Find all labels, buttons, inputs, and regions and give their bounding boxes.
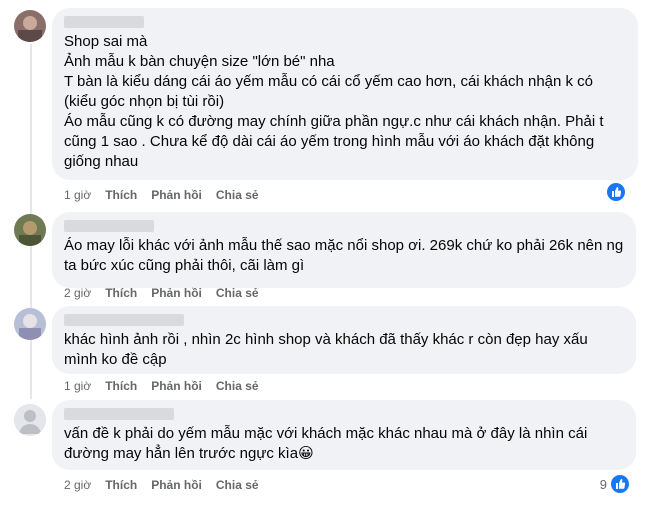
timestamp[interactable]: 2 giờ xyxy=(64,478,91,492)
share-button[interactable]: Chia sẻ xyxy=(216,286,259,300)
like-icon xyxy=(607,183,625,201)
comment-bubble: vấn đề k phải do yếm mẫu mặc với khách m… xyxy=(52,400,636,470)
like-button[interactable]: Thích xyxy=(105,379,137,393)
reply-button[interactable]: Phản hồi xyxy=(151,188,202,202)
share-button[interactable]: Chia sẻ xyxy=(216,188,259,202)
author-name-redacted[interactable] xyxy=(64,220,154,232)
comment-actions: 1 giờ Thích Phản hồi Chia sẻ xyxy=(64,188,259,202)
timestamp[interactable]: 1 giờ xyxy=(64,188,91,202)
comment-bubble: khác hình ảnh rồi , nhìn 2c hình shop và… xyxy=(52,306,636,374)
share-button[interactable]: Chia sẻ xyxy=(216,478,259,492)
timestamp[interactable]: 2 giờ xyxy=(64,286,91,300)
like-button[interactable]: Thích xyxy=(105,286,137,300)
like-button[interactable]: Thích xyxy=(105,478,137,492)
comment-text: khác hình ảnh rồi , nhìn 2c hình shop và… xyxy=(64,331,592,368)
reaction-summary[interactable] xyxy=(607,183,629,201)
comment-actions: 2 giờ Thích Phản hồi Chia sẻ xyxy=(64,478,259,492)
comment-text: Áo may lỗi khác với ảnh mẫu thế sao mặc … xyxy=(64,237,628,274)
reply-button[interactable]: Phản hồi xyxy=(151,286,202,300)
comment-text: Shop sai mà Ảnh mẫu k bàn chuyện size "l… xyxy=(64,33,604,170)
comment-actions: 2 giờ Thích Phản hồi Chia sẻ xyxy=(64,286,259,300)
reaction-summary[interactable]: 9 xyxy=(600,475,629,493)
default-user-avatar[interactable] xyxy=(14,404,46,436)
comment-bubble: Áo may lỗi khác với ảnh mẫu thế sao mặc … xyxy=(52,212,636,288)
author-name-redacted[interactable] xyxy=(64,408,174,420)
author-name-redacted[interactable] xyxy=(64,314,184,326)
author-name-redacted[interactable] xyxy=(64,16,144,28)
comment-text: vấn đề k phải do yếm mẫu mặc với khách m… xyxy=(64,425,592,462)
like-icon xyxy=(611,475,629,493)
reply-button[interactable]: Phản hồi xyxy=(151,379,202,393)
comment-bubble: Shop sai mà Ảnh mẫu k bàn chuyện size "l… xyxy=(52,8,638,180)
like-button[interactable]: Thích xyxy=(105,188,137,202)
comment-actions: 1 giờ Thích Phản hồi Chia sẻ xyxy=(64,379,259,393)
reply-button[interactable]: Phản hồi xyxy=(151,478,202,492)
timestamp[interactable]: 1 giờ xyxy=(64,379,91,393)
reaction-count: 9 xyxy=(599,476,607,492)
user-avatar[interactable] xyxy=(14,308,46,340)
user-avatar[interactable] xyxy=(14,214,46,246)
user-avatar[interactable] xyxy=(14,10,46,42)
share-button[interactable]: Chia sẻ xyxy=(216,379,259,393)
